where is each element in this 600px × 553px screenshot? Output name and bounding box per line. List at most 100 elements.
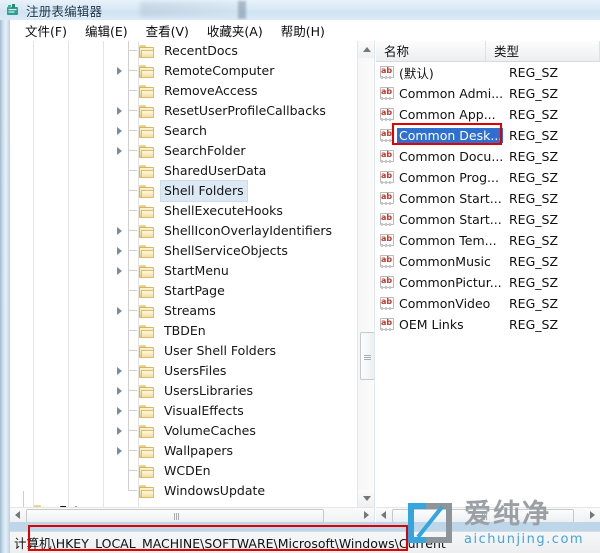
registry-values-pane[interactable]: 名称 类型 ab (默认) REG_SZ ab Common Admi... REG_SZ… — [376, 41, 600, 522]
value-row[interactable]: ab Common Start... REG_SZ — [376, 188, 600, 209]
expand-arrow-icon[interactable] — [115, 246, 126, 257]
tree-item[interactable]: User Shell Folders — [10, 331, 357, 361]
value-row[interactable]: ab CommonMusic REG_SZ — [376, 251, 600, 272]
expand-arrow-icon[interactable] — [115, 226, 126, 237]
folder-icon — [139, 324, 155, 338]
value-row[interactable]: ab Common Docu... REG_SZ — [376, 146, 600, 167]
column-header-type[interactable]: 类型 — [486, 41, 600, 61]
value-type: REG_SZ — [509, 86, 559, 101]
folder-icon — [139, 364, 155, 378]
scroll-up-arrow-icon[interactable] — [358, 41, 374, 58]
scroll-left-arrow-icon[interactable] — [376, 508, 391, 522]
folder-icon — [139, 124, 155, 138]
value-row[interactable]: ab Common App... REG_SZ — [376, 104, 600, 125]
menu-edit[interactable]: 编辑(E) — [76, 19, 137, 42]
folder-icon — [139, 204, 155, 218]
expand-arrow-icon[interactable] — [115, 106, 126, 117]
expand-arrow-icon[interactable] — [115, 306, 126, 317]
value-row[interactable]: ab CommonVideo REG_SZ — [376, 293, 600, 314]
menu-help[interactable]: 帮助(H) — [272, 19, 334, 42]
scroll-down-arrow-icon[interactable] — [358, 490, 374, 507]
tree-connector — [127, 471, 139, 501]
tree-item[interactable]: WCDEn — [10, 451, 357, 481]
registry-tree-pane[interactable]: RecentDocs RemoteComputer RemoveAccess Rese… — [10, 41, 375, 522]
window-title: 注册表编辑器 — [26, 3, 103, 19]
tree-item[interactable]: UsersFiles — [10, 351, 357, 381]
tree-vertical-scrollbar[interactable] — [357, 41, 374, 507]
watermark-text: 爱纯净 aichunjing.com — [464, 501, 584, 546]
string-value-icon: ab — [380, 66, 395, 79]
tree-item-label: ShellServiceObjects — [164, 243, 288, 258]
value-type: REG_SZ — [509, 128, 559, 143]
tree-item[interactable]: TBDEn — [10, 311, 357, 341]
site-watermark: 爱纯净 aichunjing.com — [404, 493, 600, 553]
value-name: (默认) — [399, 66, 434, 81]
tree-item[interactable]: WindowsUpdate — [10, 471, 357, 501]
value-type: REG_SZ — [509, 149, 559, 164]
expand-arrow-icon[interactable] — [115, 266, 126, 277]
expand-arrow-icon[interactable] — [115, 126, 126, 137]
value-type: REG_SZ — [509, 191, 559, 206]
expand-arrow-icon[interactable] — [115, 426, 126, 437]
tree-item[interactable]: RecentDocs — [10, 41, 357, 61]
string-value-icon: ab — [380, 234, 395, 247]
tree-item[interactable]: SearchFolder — [10, 131, 357, 161]
value-row[interactable]: ab Common Start... REG_SZ — [376, 209, 600, 230]
tree-item[interactable]: StartMenu — [10, 251, 357, 281]
expand-arrow-icon[interactable] — [115, 386, 126, 397]
bracket-logo-icon — [404, 499, 456, 547]
value-type: REG_SZ — [509, 254, 559, 269]
tree-item[interactable]: VisualEffects — [10, 391, 357, 421]
tree-item[interactable]: VolumeCaches — [10, 411, 357, 441]
value-row[interactable]: ab CommonPictur... REG_SZ — [376, 272, 600, 293]
value-row[interactable]: ab OEM Links REG_SZ — [376, 314, 600, 335]
menu-view[interactable]: 查看(V) — [137, 19, 198, 42]
menu-favorites[interactable]: 收藏夹(A) — [198, 19, 272, 42]
tree-item-label: VisualEffects — [164, 403, 244, 418]
value-row[interactable]: ab Common Desk... REG_SZ — [376, 125, 600, 146]
value-row[interactable]: ab Common Admi... REG_SZ — [376, 83, 600, 104]
value-type: REG_SZ — [509, 296, 559, 311]
expand-arrow-icon[interactable] — [115, 366, 126, 377]
tree-item[interactable]: RemoveAccess — [10, 71, 357, 101]
tree-hscroll-thumb[interactable] — [26, 509, 324, 522]
string-value-icon: ab — [380, 108, 395, 121]
tree-item[interactable]: StartPage — [10, 271, 357, 301]
title-bar-artifact-2 — [238, 1, 246, 19]
tree-item[interactable]: Wallpapers — [10, 431, 357, 461]
value-name: CommonMusic — [399, 254, 491, 269]
tree-item[interactable]: ShellIconOverlayIdentifiers — [10, 211, 357, 241]
expand-arrow-icon[interactable] — [115, 146, 126, 157]
menu-file[interactable]: 文件(F) — [16, 19, 76, 42]
column-header-name[interactable]: 名称 — [376, 41, 486, 61]
value-name: OEM Links — [399, 317, 464, 332]
folder-icon — [139, 164, 155, 178]
tree-item[interactable]: ShellExecuteHooks — [10, 191, 357, 221]
string-value-icon: ab — [380, 297, 395, 310]
value-row[interactable]: ab Common Tem... REG_SZ — [376, 230, 600, 251]
scroll-right-arrow-icon[interactable] — [359, 508, 374, 522]
expand-arrow-icon[interactable] — [115, 406, 126, 417]
tree-item-label: WindowsUpdate — [164, 483, 266, 498]
value-row[interactable]: ab (默认) REG_SZ — [376, 62, 600, 83]
value-name: Common Prog... — [399, 170, 499, 185]
value-type: REG_SZ — [509, 212, 559, 227]
tree-item[interactable]: UsersLibraries — [10, 371, 357, 401]
tree-item[interactable]: Shell Folders — [10, 171, 357, 202]
tree-item[interactable]: ShellServiceObjects — [10, 231, 357, 261]
scroll-left-arrow-icon[interactable] — [10, 508, 25, 522]
expand-arrow-icon[interactable] — [115, 446, 126, 457]
tree-item-label: Search — [164, 123, 207, 138]
tree-item-label: Shell Folders — [160, 180, 248, 202]
value-row[interactable]: ab Common Prog... REG_SZ — [376, 167, 600, 188]
tree-item[interactable]: ResetUserProfileCallbacks — [10, 91, 357, 121]
tree-vscroll-thumb[interactable] — [360, 332, 374, 380]
value-name: Common Admi... — [399, 86, 503, 101]
tree-horizontal-scrollbar[interactable] — [10, 507, 374, 522]
expand-arrow-icon[interactable] — [115, 66, 126, 77]
tree-item[interactable]: Streams — [10, 291, 357, 321]
tree-item[interactable]: Search — [10, 111, 357, 141]
tree-item[interactable]: RemoteComputer — [10, 51, 357, 81]
tree-item[interactable]: SharedUserData — [10, 151, 357, 181]
